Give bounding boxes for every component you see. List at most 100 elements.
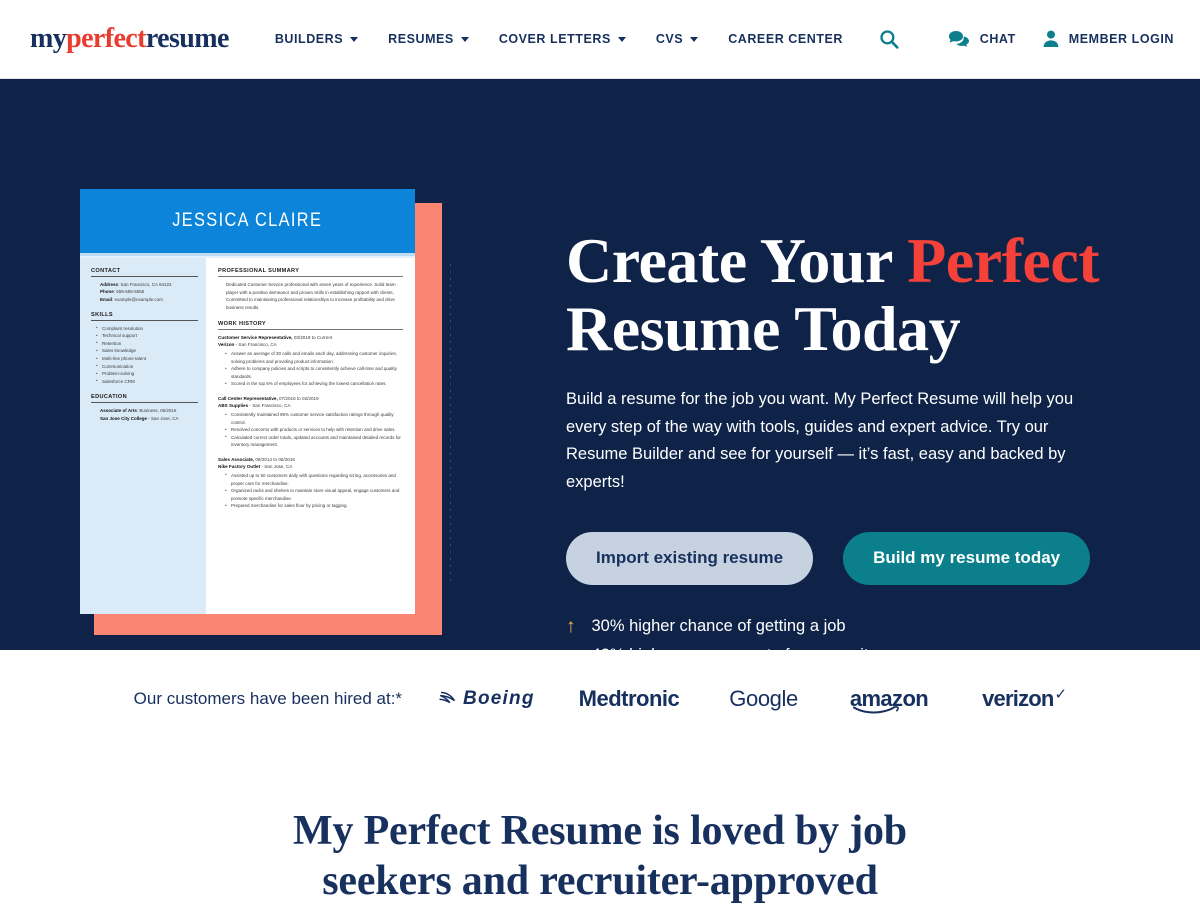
resume-preview-card[interactable]: JESSICA CLAIRE CONTACT Address: San Fran… xyxy=(80,189,442,635)
job-title-line: Sales Associate, 09/2014 to 06/2016 Nike … xyxy=(218,456,403,471)
job-bullets: Consistently maintained 95% customer ser… xyxy=(218,411,403,449)
contact-phone-value: : 555-555-5555 xyxy=(113,289,145,295)
resume-work-history-section: WORK HISTORY Customer Service Representa… xyxy=(218,321,403,510)
stat-text: 42% higher response rate from recruiters xyxy=(592,646,892,650)
google-logo: Google xyxy=(729,686,798,711)
list-item: Organized racks and shelves to maintain … xyxy=(225,487,403,502)
resume-skills-section: SKILLS Complaint resolution Technical su… xyxy=(91,312,198,385)
customer-logos-band: Our customers have been hired at:* Boein… xyxy=(0,650,1200,748)
work-history-entry: Sales Associate, 09/2014 to 06/2016 Nike … xyxy=(218,456,403,510)
resume-contact-section: CONTACT Address: San Francisco, CA 94122… xyxy=(91,268,198,303)
main-navigation: BUILDERS RESUMES COVER LETTERS CVs CAREE… xyxy=(275,32,843,46)
boeing-wordmark: Boeing xyxy=(463,688,535,709)
job-bullets: Answer an average of 30 calls and emails… xyxy=(218,350,403,388)
resume-summary-section: PROFESSIONAL SUMMARY Dedicated Customer … xyxy=(218,268,403,312)
job-role: Sales Associate, xyxy=(218,456,255,462)
boeing-swoosh-icon xyxy=(439,691,456,704)
contact-phone: Phone: 555-555-5555 xyxy=(91,288,198,295)
education-school-label: San Jose City College xyxy=(100,415,148,421)
nav-label: CVs xyxy=(655,32,684,46)
contact-phone-label: Phone xyxy=(100,289,114,295)
job-dates: 07/2016 to 02/2019 xyxy=(277,395,319,401)
verizon-logo: verizon ✓ xyxy=(982,686,1068,712)
stat-text: 30% higher chance of getting a job xyxy=(591,616,846,635)
nav-item-builders[interactable]: BUILDERS xyxy=(274,32,359,46)
section-heading: My Perfect Resume is loved by job seeker… xyxy=(0,806,1200,907)
contact-address-label: Address xyxy=(100,282,119,287)
heading-line-1: My Perfect Resume is loved by job xyxy=(293,808,907,854)
nav-item-resumes[interactable]: RESUMES xyxy=(388,32,469,46)
job-company: Verizon xyxy=(218,342,235,348)
chevron-down-icon xyxy=(350,37,359,42)
list-item: Retention xyxy=(96,339,198,348)
verizon-check-icon: ✓ xyxy=(1054,686,1068,703)
person-icon xyxy=(1043,30,1059,47)
cta-button-row: Import existing resume Build my resume t… xyxy=(566,531,1126,585)
list-item: Answer an average of 30 calls and emails… xyxy=(225,350,403,365)
resume-education-section: EDUCATION Associate of Arts: Business, 0… xyxy=(91,394,198,422)
amazon-logo: amazon xyxy=(850,686,929,714)
search-button[interactable] xyxy=(879,29,899,49)
hero-title-part2: Resume Today xyxy=(566,293,961,365)
header-actions: CHAT MEMBER LOGIN xyxy=(879,29,1174,49)
nav-label: RESUMES xyxy=(388,32,454,46)
work-history-entry: Call Center Representative, 07/2016 to 0… xyxy=(218,395,403,449)
site-header: myperfectresume BUILDERS RESUMES COVER L… xyxy=(0,0,1200,79)
resume-main-column: PROFESSIONAL SUMMARY Dedicated Customer … xyxy=(206,258,415,614)
list-item: Assisted up to 50 customers daily with q… xyxy=(225,471,403,487)
chat-button[interactable]: CHAT xyxy=(947,29,1016,49)
resume-candidate-name: JESSICA CLAIRE xyxy=(172,210,323,231)
testimonial-heading-section: My Perfect Resume is loved by job seeker… xyxy=(0,748,1200,907)
build-my-resume-button[interactable]: Build my resume today xyxy=(843,531,1091,585)
chevron-down-icon xyxy=(617,37,626,42)
contact-email-label: Email xyxy=(100,296,113,302)
nav-item-career-center[interactable]: CAREER CENTER xyxy=(728,32,843,46)
education-school: San Jose City College - San Jose, CA xyxy=(91,415,198,422)
resume-sidebar: CONTACT Address: San Francisco, CA 94122… xyxy=(80,258,206,614)
hero-title-highlight: Perfect xyxy=(907,225,1100,296)
dotted-connector xyxy=(450,264,451,584)
nav-item-cover-letters[interactable]: COVER LETTERS xyxy=(499,32,626,46)
contact-address-value: : San Francisco, CA 94122 xyxy=(118,282,172,287)
customer-logos-label: Our customers have been hired at:* xyxy=(133,689,403,708)
section-title-contact: CONTACT xyxy=(91,268,198,277)
chevron-down-icon xyxy=(460,37,469,42)
arrow-up-icon: ↑ xyxy=(566,615,576,637)
nav-label: CAREER CENTER xyxy=(728,32,844,46)
hero-content: Create Your Perfect Resume Today Build a… xyxy=(566,225,1126,650)
import-existing-resume-button[interactable]: Import existing resume xyxy=(566,531,814,585)
site-logo[interactable]: myperfectresume xyxy=(30,25,229,53)
work-history-entry: Customer Service Representative, 03/2019… xyxy=(218,334,403,388)
nav-label: BUILDERS xyxy=(274,32,344,46)
boeing-logo: Boeing xyxy=(438,688,535,710)
list-item: Resolved concerns with products or servi… xyxy=(225,426,403,434)
hero-section: JESSICA CLAIRE CONTACT Address: San Fran… xyxy=(0,79,1200,650)
list-item: Complaint resolution xyxy=(96,324,198,333)
chat-label: CHAT xyxy=(979,32,1016,46)
nav-item-cvs[interactable]: CVs xyxy=(655,32,699,46)
job-role: Call Center Representative, xyxy=(218,395,278,401)
section-title-professional-summary: PROFESSIONAL SUMMARY xyxy=(218,268,403,277)
list-item: Consistently maintained 95% customer ser… xyxy=(225,411,403,426)
page-title: Create Your Perfect Resume Today xyxy=(566,225,1126,365)
member-login-button[interactable]: MEMBER LOGIN xyxy=(1042,29,1174,49)
hero-stats: ↑ 30% higher chance of getting a job ↑ 4… xyxy=(566,617,1126,650)
chat-bubbles-icon xyxy=(948,31,969,47)
nav-label: COVER LETTERS xyxy=(498,32,611,46)
resume-card-header: JESSICA CLAIRE xyxy=(80,189,415,253)
logo-part-resume: resume xyxy=(145,23,230,54)
resume-body: CONTACT Address: San Francisco, CA 94122… xyxy=(80,258,415,614)
contact-address: Address: San Francisco, CA 94122 xyxy=(91,281,198,288)
login-label: MEMBER LOGIN xyxy=(1068,32,1174,46)
list-item: Multi-line phone talent xyxy=(96,355,198,363)
job-dates: 09/2014 to 06/2016 xyxy=(254,456,295,462)
section-title-skills: SKILLS xyxy=(91,312,198,321)
list-item: Salesforce CRM xyxy=(96,377,198,386)
contact-email-value: : example@example.com xyxy=(112,296,163,302)
hero-title-part1: Create Your xyxy=(566,225,908,296)
stat-row: ↑ 30% higher chance of getting a job xyxy=(566,617,1126,636)
verizon-wordmark: verizon xyxy=(982,686,1054,711)
education-school-value: - San Jose, CA xyxy=(148,415,179,421)
list-item: Technical support xyxy=(96,332,198,340)
list-item: Communication xyxy=(96,362,198,371)
